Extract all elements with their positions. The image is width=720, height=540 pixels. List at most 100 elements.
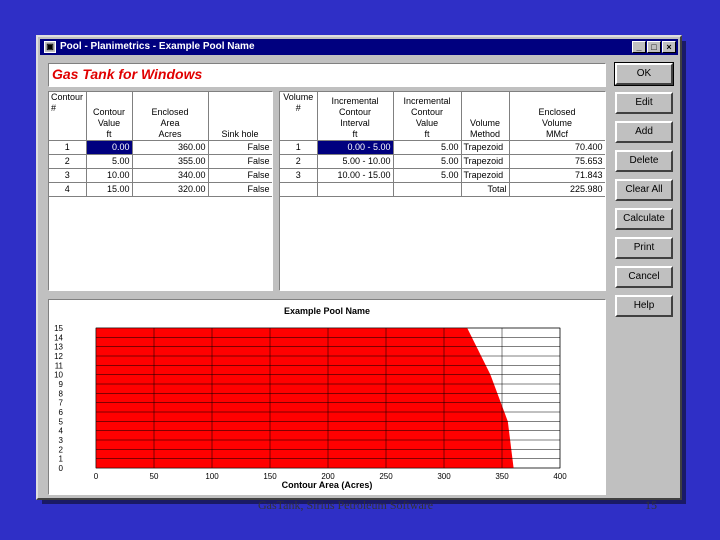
- column-header[interactable]: Volume #: [280, 92, 318, 141]
- row-number: 1: [280, 140, 318, 155]
- interval-cell[interactable]: 10.00 - 15.00: [317, 168, 394, 183]
- minimize-button[interactable]: _: [632, 41, 646, 53]
- column-header[interactable]: Contour Value ft: [86, 92, 133, 141]
- enclosed-area-cell[interactable]: 360.00: [132, 140, 209, 155]
- page-number: 15: [645, 498, 657, 512]
- volume-header-row: Volume # Incremental Contour Interval ft…: [280, 92, 605, 141]
- calculate-button[interactable]: Calculate: [615, 208, 673, 230]
- method-cell[interactable]: Trapezoid: [461, 154, 510, 169]
- y-tick-label: 7: [59, 399, 64, 408]
- enclosed-area-cell[interactable]: 340.00: [132, 168, 209, 183]
- y-tick-label: 5: [59, 417, 64, 426]
- interval-cell[interactable]: 5.00 - 10.00: [317, 154, 394, 169]
- edit-button[interactable]: Edit: [615, 92, 673, 114]
- table-row[interactable]: 3 10.00 - 15.00 5.00 Trapezoid 71.843: [280, 168, 605, 183]
- y-tick-label: 4: [59, 427, 64, 436]
- row-number: [280, 182, 318, 197]
- volume-cell[interactable]: 75.653: [509, 154, 605, 169]
- sink-hole-cell[interactable]: False: [208, 140, 272, 155]
- y-tick-label: 13: [54, 343, 63, 352]
- sink-hole-cell[interactable]: False: [208, 182, 272, 197]
- x-tick-label: 0: [94, 472, 99, 481]
- enclosed-area-cell[interactable]: 320.00: [132, 182, 209, 197]
- y-tick-label: 6: [59, 408, 64, 417]
- table-row[interactable]: 4 15.00 320.00 False: [49, 182, 272, 197]
- total-row[interactable]: Total 225.980: [280, 182, 605, 197]
- print-button[interactable]: Print: [615, 237, 673, 259]
- y-tick-label: 0: [59, 464, 64, 473]
- planimetrics-window: ▣ Pool - Planimetrics - Example Pool Nam…: [36, 35, 682, 500]
- y-tick-label: 2: [59, 445, 64, 454]
- y-tick-label: 15: [54, 324, 63, 333]
- increment-cell[interactable]: 5.00: [393, 154, 462, 169]
- sink-hole-cell[interactable]: False: [208, 154, 272, 169]
- volume-cell[interactable]: 70.400: [509, 140, 605, 155]
- close-button[interactable]: ×: [662, 41, 676, 53]
- table-row[interactable]: 1 0.00 - 5.00 5.00 Trapezoid 70.400: [280, 140, 605, 155]
- x-axis-label: Contour Area (Acres): [282, 480, 373, 490]
- increment-cell[interactable]: 5.00: [393, 168, 462, 183]
- table-row[interactable]: 2 5.00 355.00 False: [49, 154, 272, 169]
- footer-text: GasTank, Sirius Petroleum Software: [258, 498, 434, 512]
- column-header[interactable]: Sink hole: [208, 92, 272, 141]
- y-tick-label: 9: [59, 380, 64, 389]
- row-number: 1: [49, 140, 87, 155]
- volume-cell[interactable]: 71.843: [509, 168, 605, 183]
- chart-title: Example Pool Name: [284, 306, 370, 316]
- row-number: 3: [280, 168, 318, 183]
- title-bar[interactable]: ▣ Pool - Planimetrics - Example Pool Nam…: [40, 39, 678, 55]
- column-header[interactable]: Enclosed Volume MMcf: [509, 92, 605, 141]
- volume-table: Volume # Incremental Contour Interval ft…: [280, 92, 605, 197]
- contour-value-cell[interactable]: 0.00: [86, 140, 133, 155]
- row-number: 3: [49, 168, 87, 183]
- enclosed-area-cell[interactable]: 355.00: [132, 154, 209, 169]
- contour-value-cell[interactable]: 10.00: [86, 168, 133, 183]
- column-header[interactable]: Incremental Contour Value ft: [393, 92, 462, 141]
- table-row[interactable]: 2 5.00 - 10.00 5.00 Trapezoid 75.653: [280, 154, 605, 169]
- ok-button[interactable]: OK: [614, 62, 674, 86]
- column-header[interactable]: Enclosed Area Acres: [132, 92, 209, 141]
- maximize-button[interactable]: □: [647, 41, 661, 53]
- cancel-button[interactable]: Cancel: [615, 266, 673, 288]
- method-cell[interactable]: Trapezoid: [461, 140, 510, 155]
- contour-table: Contour # Contour Value ft Enclosed Area…: [49, 92, 272, 197]
- column-header[interactable]: Incremental Contour Interval ft: [317, 92, 394, 141]
- total-label: Total: [461, 182, 510, 197]
- y-tick-label: 10: [54, 371, 63, 380]
- increment-cell: [393, 182, 462, 197]
- column-header[interactable]: Volume Method: [461, 92, 510, 141]
- table-row[interactable]: 1 0.00 360.00 False: [49, 140, 272, 155]
- column-header[interactable]: Contour #: [49, 92, 87, 141]
- pool-area-chart: 01234567891011121314150 50 100 150 200 250 300…: [54, 306, 567, 490]
- app-banner: Gas Tank for Windows: [48, 63, 606, 87]
- contour-value-cell[interactable]: 5.00: [86, 154, 133, 169]
- window-title: Pool - Planimetrics - Example Pool Name: [60, 41, 255, 52]
- clear-all-button[interactable]: Clear All: [615, 179, 673, 201]
- contour-value-cell[interactable]: 15.00: [86, 182, 133, 197]
- x-tick-label: 250: [379, 472, 393, 481]
- y-tick-label: 8: [59, 389, 64, 398]
- sink-hole-cell[interactable]: False: [208, 168, 272, 183]
- x-tick-label: 400: [553, 472, 567, 481]
- y-tick-label: 11: [55, 361, 64, 370]
- x-tick-label: 300: [437, 472, 451, 481]
- interval-cell[interactable]: 0.00 - 5.00: [317, 140, 394, 155]
- contour-header-row: Contour # Contour Value ft Enclosed Area…: [49, 92, 272, 141]
- help-button[interactable]: Help: [615, 295, 673, 317]
- x-tick-label: 150: [263, 472, 277, 481]
- increment-cell[interactable]: 5.00: [393, 140, 462, 155]
- y-tick-label: 3: [59, 436, 64, 445]
- area-series: [96, 328, 514, 468]
- add-button[interactable]: Add: [615, 121, 673, 143]
- x-tick-label: 350: [495, 472, 509, 481]
- total-volume: 225.980: [509, 182, 605, 197]
- method-cell[interactable]: Trapezoid: [461, 168, 510, 183]
- x-tick-label: 100: [205, 472, 219, 481]
- y-tick-label: 12: [54, 352, 63, 361]
- volume-grid[interactable]: Volume # Incremental Contour Interval ft…: [279, 91, 606, 291]
- app-icon[interactable]: ▣: [44, 41, 56, 53]
- interval-cell: [317, 182, 394, 197]
- delete-button[interactable]: Delete: [615, 150, 673, 172]
- contour-grid[interactable]: Contour # Contour Value ft Enclosed Area…: [48, 91, 273, 291]
- table-row[interactable]: 3 10.00 340.00 False: [49, 168, 272, 183]
